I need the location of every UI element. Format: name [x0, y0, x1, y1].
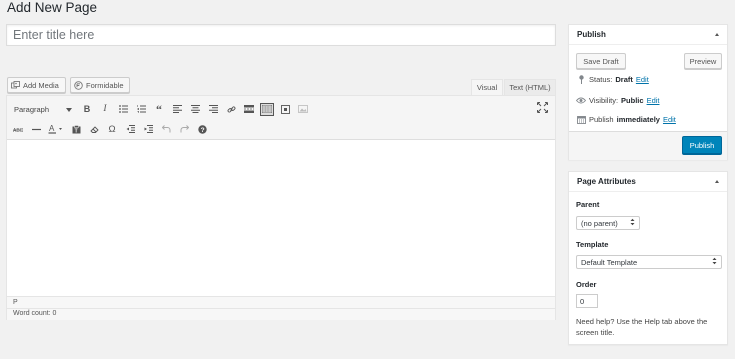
page-attributes-header[interactable]: Page Attributes	[569, 172, 727, 192]
pin-icon	[576, 74, 586, 84]
strikethrough-icon[interactable]: ABC	[11, 122, 25, 136]
svg-text:ABC: ABC	[13, 128, 23, 133]
template-label: Template	[576, 240, 609, 249]
updown-icon	[630, 218, 635, 228]
visibility-row: Visibility: Public Edit	[576, 95, 660, 105]
visibility-value: Public	[621, 95, 644, 105]
parent-label: Parent	[576, 200, 600, 209]
link-icon[interactable]	[224, 102, 238, 116]
align-right-icon[interactable]	[206, 102, 220, 116]
parent-select[interactable]: (no parent)	[576, 216, 640, 230]
publishing-actions: Publish	[569, 131, 727, 160]
formidable-form-icon[interactable]	[278, 102, 292, 116]
preview-button[interactable]: Preview	[684, 53, 722, 69]
visibility-label: Visibility:	[589, 95, 619, 105]
eye-icon	[576, 95, 586, 105]
clear-formatting-icon[interactable]	[87, 122, 101, 136]
collapse-caret-icon[interactable]	[715, 33, 719, 36]
publish-box: Publish Save Draft Preview Status: Draft…	[568, 24, 728, 160]
save-draft-button[interactable]: Save Draft	[576, 53, 626, 69]
formidable-label: Formidable	[86, 80, 124, 90]
bullet-list-icon[interactable]	[116, 102, 130, 116]
order-label: Order	[576, 280, 597, 289]
editor-status-bar: P Word count: 0	[7, 296, 555, 320]
order-input[interactable]	[576, 294, 598, 308]
bold-icon[interactable]: B	[80, 102, 94, 116]
paste-text-icon[interactable]: T	[69, 122, 83, 136]
add-media-icon	[11, 80, 20, 90]
formidable-button[interactable]: Formidable	[70, 77, 130, 93]
chevron-down-icon	[66, 105, 72, 114]
calendar-icon	[576, 114, 586, 124]
edit-publish-time-link[interactable]: Edit	[663, 115, 676, 124]
editor-toolbar: Paragraph B I “ ABC A T Ω ?	[7, 96, 555, 140]
publish-time-value: immediately	[616, 114, 660, 124]
status-label: Status:	[589, 74, 613, 84]
format-select-value: Paragraph	[14, 104, 50, 114]
publish-box-header[interactable]: Publish	[569, 25, 727, 45]
edit-visibility-link[interactable]: Edit	[647, 96, 660, 105]
page-title: Add New Page	[7, 0, 98, 15]
toolbar-toggle-icon[interactable]	[260, 102, 274, 116]
parent-select-value: (no parent)	[581, 218, 618, 228]
numbered-list-icon[interactable]	[134, 102, 148, 116]
redo-icon[interactable]	[177, 122, 191, 136]
italic-icon[interactable]: I	[98, 102, 112, 116]
element-path[interactable]: P	[13, 299, 18, 306]
post-status-row: Status: Draft Edit	[576, 74, 649, 84]
content-editor[interactable]: Paragraph B I “ ABC A T Ω ? P Word count…	[6, 95, 556, 320]
read-more-icon[interactable]	[242, 102, 256, 116]
edit-status-link[interactable]: Edit	[636, 75, 649, 84]
collapse-caret-icon[interactable]	[715, 180, 719, 183]
add-media-label: Add Media	[23, 80, 59, 90]
text-color-icon[interactable]: A	[47, 122, 65, 136]
help-text: Need help? Use the Help tab above the sc…	[576, 317, 708, 337]
special-character-icon[interactable]: Ω	[105, 122, 119, 136]
format-select[interactable]: Paragraph	[11, 102, 74, 116]
indent-icon[interactable]	[141, 122, 155, 136]
outdent-icon[interactable]	[123, 122, 137, 136]
help-glyph: ?	[200, 127, 204, 134]
publish-button[interactable]: Publish	[682, 136, 722, 154]
blockquote-icon[interactable]: “	[152, 102, 166, 116]
tab-text[interactable]: Text (HTML)	[504, 79, 556, 95]
updown-icon	[712, 257, 717, 267]
publish-time-label: Publish	[589, 114, 614, 124]
template-select-value: Default Template	[581, 257, 638, 267]
tab-visual[interactable]: Visual	[471, 79, 503, 95]
formidable-icon	[74, 80, 83, 90]
title-input[interactable]	[6, 24, 556, 46]
add-media-button[interactable]: Add Media	[7, 77, 66, 93]
status-value: Draft	[615, 74, 633, 84]
page-attributes-box: Page Attributes Parent (no parent) Templ…	[568, 171, 728, 345]
align-left-icon[interactable]	[170, 102, 184, 116]
publish-time-row: Publish immediately Edit	[576, 114, 676, 124]
page-attributes-title: Page Attributes	[577, 177, 636, 186]
undo-icon[interactable]	[159, 122, 173, 136]
fullscreen-icon[interactable]	[537, 102, 549, 114]
svg-text:T: T	[74, 128, 77, 134]
horizontal-line-icon[interactable]	[29, 122, 43, 136]
publish-box-title: Publish	[577, 30, 606, 39]
template-select[interactable]: Default Template	[576, 255, 722, 269]
word-count: Word count: 0	[13, 310, 57, 317]
help-icon[interactable]: ?	[195, 122, 209, 136]
svg-text:A: A	[49, 124, 55, 133]
align-center-icon[interactable]	[188, 102, 202, 116]
insert-media-icon[interactable]	[296, 102, 310, 116]
